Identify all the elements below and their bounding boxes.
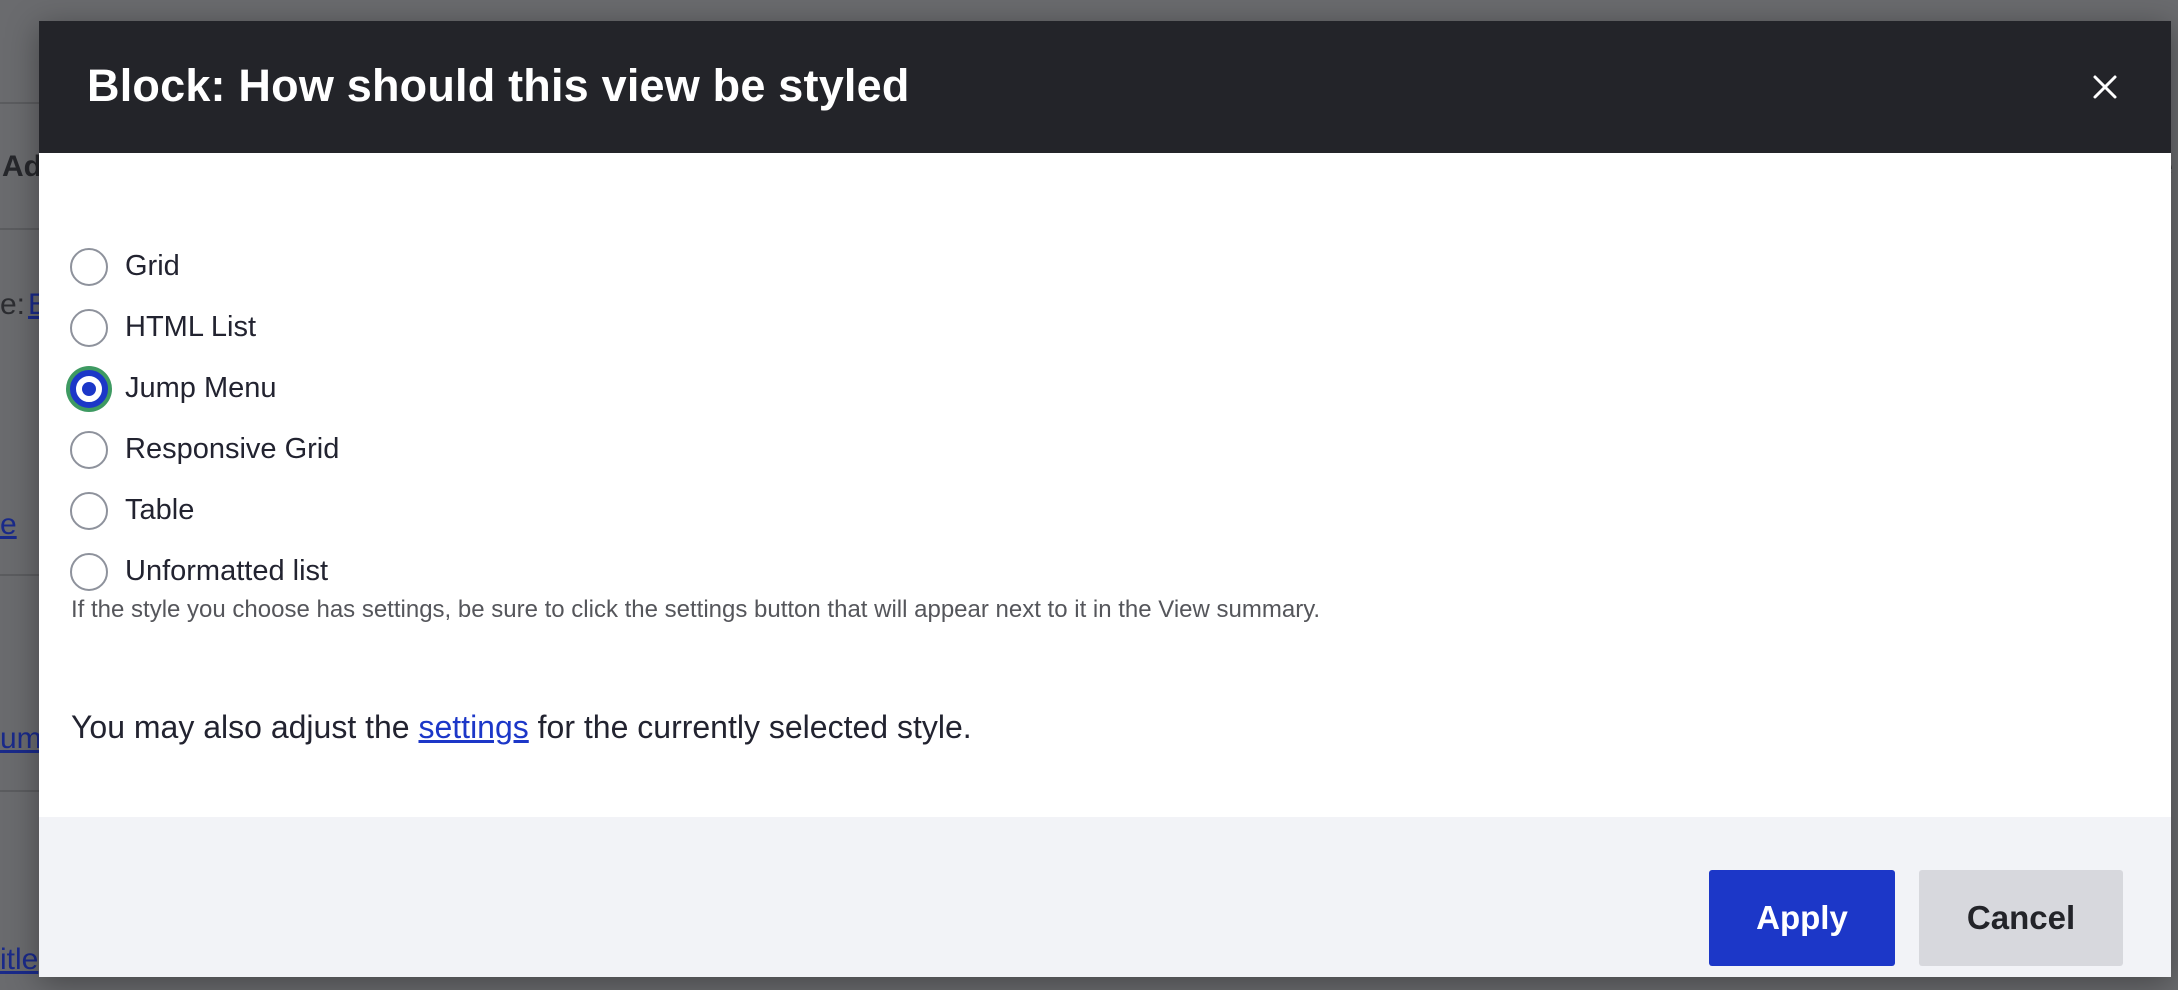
radio-label[interactable]: Table [125,494,194,527]
radio-button[interactable] [70,247,108,286]
style-option-responsive-grid[interactable]: Responsive Grid [70,419,339,480]
bg-link-fragment: um [0,722,42,755]
bg-link-fragment: itle [0,943,39,976]
help-description: If the style you choose has settings, be… [71,596,1321,623]
bg-link-fragment: e [0,508,17,541]
apply-button[interactable]: Apply [1709,870,1895,966]
dialog-body: Grid HTML List Jump Menu Responsive Grid… [39,153,2171,839]
style-option-jump-menu[interactable]: Jump Menu [70,358,339,419]
radio-label[interactable]: HTML List [125,311,256,344]
close-icon [2093,75,2117,99]
close-button[interactable] [2087,69,2123,105]
style-option-table[interactable]: Table [70,480,339,541]
settings-note: You may also adjust the settings for the… [71,709,972,746]
radio-button[interactable] [70,430,108,469]
settings-link[interactable]: settings [418,709,528,745]
radio-label[interactable]: Unformatted list [125,555,328,588]
style-option-grid[interactable]: Grid [70,236,339,297]
radio-label[interactable]: Jump Menu [125,372,277,405]
bg-label-fragment: e: [0,288,26,321]
radio-button-checked[interactable] [70,369,108,408]
style-options: Grid HTML List Jump Menu Responsive Grid… [70,236,339,602]
radio-label[interactable]: Responsive Grid [125,433,339,466]
radio-button[interactable] [70,491,108,530]
dialog-header: Block: How should this view be styled [39,21,2171,153]
style-option-unformatted-list[interactable]: Unformatted list [70,541,339,602]
radio-button[interactable] [70,552,108,591]
bg-heading-fragment: Ad [2,150,42,183]
cancel-button[interactable]: Cancel [1919,870,2123,966]
settings-note-prefix: You may also adjust the [71,709,419,745]
dialog-footer: Apply Cancel [39,817,2171,977]
radio-button[interactable] [70,308,108,347]
settings-note-suffix: for the currently selected style. [528,709,972,745]
dialog-title: Block: How should this view be styled [87,60,910,111]
style-option-html-list[interactable]: HTML List [70,297,339,358]
style-dialog: Block: How should this view be styled Gr… [39,21,2171,977]
radio-label[interactable]: Grid [125,250,180,283]
